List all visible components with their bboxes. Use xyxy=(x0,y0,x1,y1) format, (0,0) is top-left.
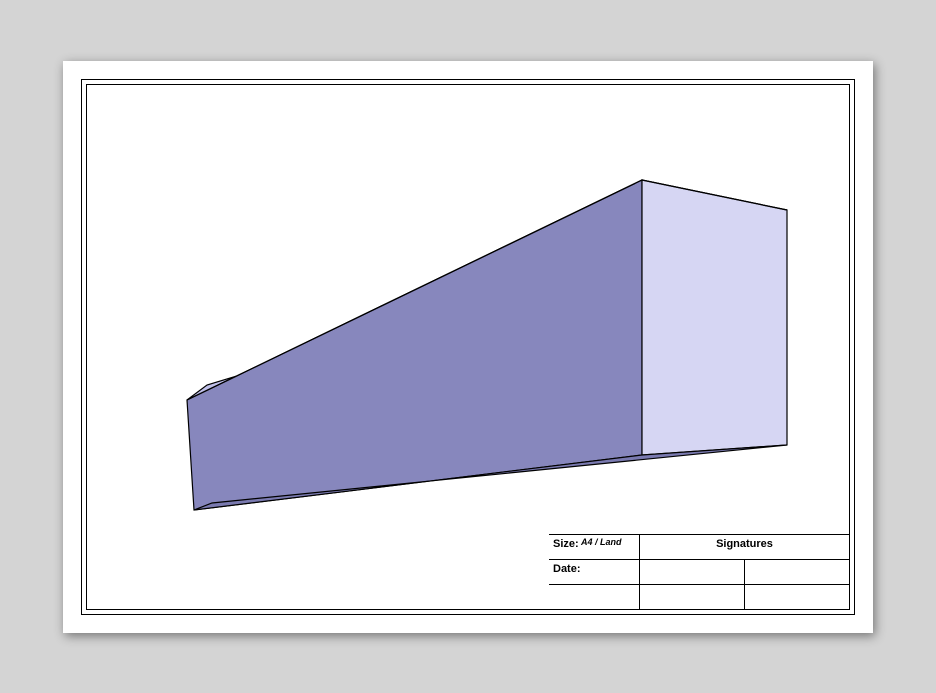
date-label: Date: xyxy=(553,563,581,575)
size-value: A4 / Land xyxy=(581,537,622,547)
date-cell: Date: xyxy=(549,560,639,584)
signature-cell-2a xyxy=(639,585,744,609)
title-block: Size: A4 / Land Signatures Date: xyxy=(549,534,849,609)
inner-frame: Size: A4 / Land Signatures Date: xyxy=(86,84,850,610)
signature-cell-1b xyxy=(744,560,849,584)
blank-cell xyxy=(549,585,639,609)
signature-cell-1a xyxy=(639,560,744,584)
signatures-header: Signatures xyxy=(639,535,849,559)
drawing-viewport xyxy=(87,85,849,609)
drawing-sheet: Size: A4 / Land Signatures Date: xyxy=(63,61,873,633)
size-label: Size: xyxy=(553,538,579,550)
size-cell: Size: A4 / Land xyxy=(549,535,639,559)
outer-frame: Size: A4 / Land Signatures Date: xyxy=(81,79,855,615)
solid-prism-icon xyxy=(87,85,849,609)
signature-cell-2b xyxy=(744,585,849,609)
